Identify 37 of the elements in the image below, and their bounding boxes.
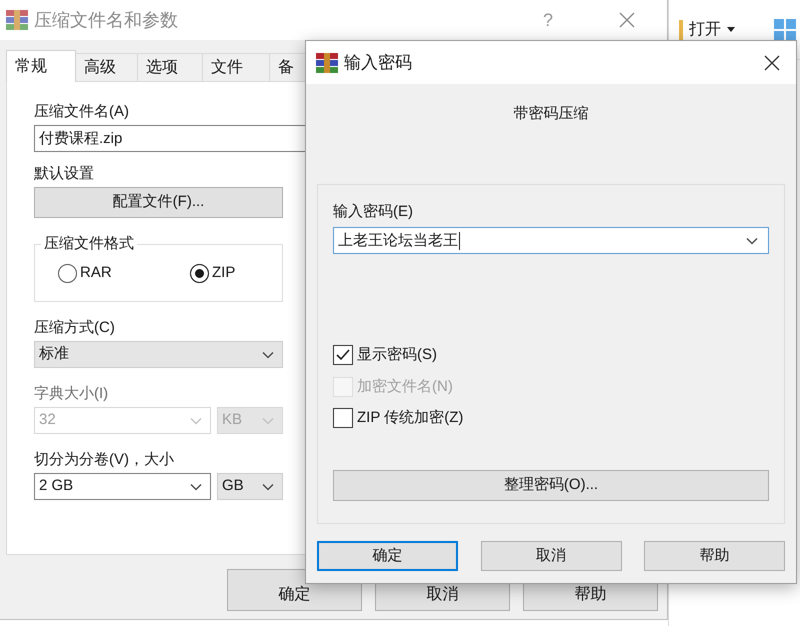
dialog-button[interactable]: 取消	[480, 541, 622, 571]
field-label: 切分为分卷(V)，大小	[34, 450, 174, 470]
checkbox[interactable]	[333, 345, 353, 366]
field-label: 默认设置	[34, 164, 94, 184]
password-field[interactable]: 上老王论坛当老王	[333, 227, 769, 254]
dropdown[interactable]: 标准	[34, 341, 283, 368]
dialog-button[interactable]: 确定	[317, 541, 458, 571]
field-label: 字典大小(I)	[34, 384, 108, 404]
archive-icon	[6, 10, 28, 30]
field-label: 输入密码(E)	[333, 202, 413, 222]
dropdown[interactable]: 2 GB	[34, 473, 211, 500]
tiles-icon[interactable]	[774, 18, 796, 40]
dialog-title: 输入密码	[344, 52, 412, 74]
checkbox-option[interactable]: ZIP 传统加密(Z)	[333, 407, 464, 430]
profile-button[interactable]: 配置文件(F)...	[34, 187, 283, 218]
radio-button[interactable]	[58, 264, 77, 283]
checkbox[interactable]	[333, 408, 353, 428]
dropdown[interactable]: GB	[217, 473, 283, 500]
tab[interactable]: 常规	[6, 50, 76, 82]
tab[interactable]: 选项	[138, 53, 203, 81]
dialog-button[interactable]: 帮助	[644, 541, 785, 571]
dialog-heading: 带密码压缩	[514, 104, 588, 124]
radio-button[interactable]	[190, 264, 209, 283]
field-label: 压缩文件名(A)	[34, 102, 129, 122]
field-label: 压缩方式(C)	[34, 318, 115, 338]
radio-option[interactable]: ZIP	[190, 262, 250, 284]
checkbox-option[interactable]: 显示密码(S)	[333, 344, 437, 366]
organize-passwords-button[interactable]: 整理密码(O)...	[333, 470, 769, 500]
tab[interactable]: 高级	[76, 53, 138, 81]
tab[interactable]: 文件	[203, 53, 270, 81]
dropdown-arrow-icon	[727, 27, 735, 32]
checkmark-icon	[336, 349, 350, 362]
open-button[interactable]: 打开	[673, 14, 741, 44]
radio-option[interactable]: RAR	[58, 262, 118, 284]
close-icon[interactable]	[764, 54, 780, 70]
archive-icon	[316, 52, 338, 72]
window-title: 压缩文件名和参数	[34, 8, 178, 32]
